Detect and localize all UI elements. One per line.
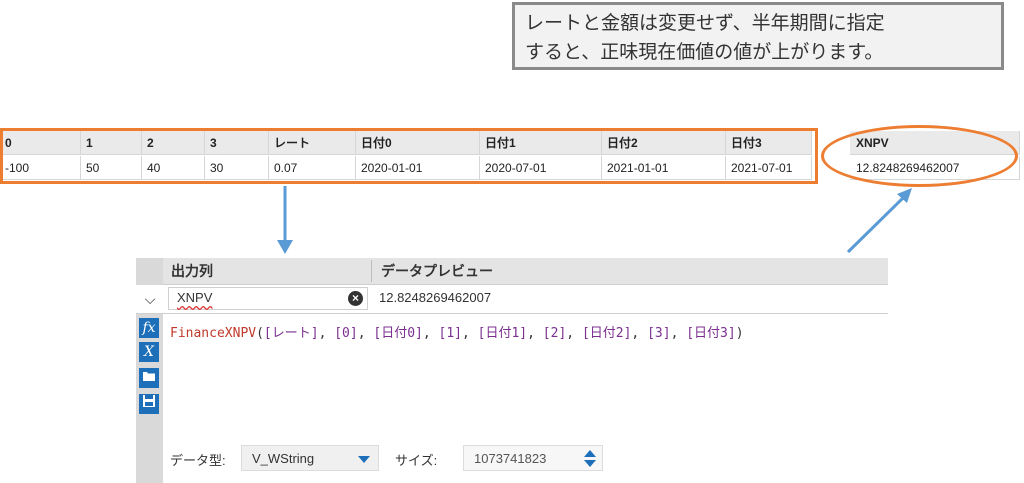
header-date3[interactable]: 日付3: [726, 131, 812, 155]
datatype-label: データ型:: [170, 453, 226, 468]
formula-arg-rate: [レート]: [263, 326, 319, 341]
header-date1[interactable]: 日付1: [480, 131, 602, 155]
cell-0[interactable]: -100: [0, 156, 81, 180]
formula-arg-date2: [日付2]: [581, 326, 632, 341]
formula-sep: ,: [670, 326, 687, 341]
clear-icon[interactable]: ×: [348, 291, 363, 306]
panel-header: 出力列 データプレビュー: [163, 258, 888, 285]
cell-1[interactable]: 50: [81, 156, 142, 180]
spin-up-icon[interactable]: [584, 450, 596, 457]
save-glyph: [143, 395, 155, 407]
size-label: サイズ:: [395, 453, 438, 468]
type-bar: データ型: V_WString サイズ: 1073741823: [163, 440, 888, 476]
variable-x-icon[interactable]: X: [139, 342, 159, 362]
save-icon[interactable]: [139, 394, 159, 414]
formula-sep: ,: [357, 326, 374, 341]
data-grid: 0 1 2 3 レート 日付0 日付1 日付2 日付3 XNPV -100 50…: [0, 131, 1024, 182]
formula-panel: 出力列 データプレビュー ⌵ XNPV × 12.8248269462007 f…: [136, 258, 888, 483]
header-date2[interactable]: 日付2: [602, 131, 726, 155]
formula-arg-0: [0]: [334, 326, 358, 341]
note-line-1: レートと金額は変更せず、半年期間に指定: [525, 12, 885, 34]
formula-arg-3: [3]: [647, 326, 671, 341]
datatype-value: V_WString: [252, 451, 315, 466]
formula-arg-2: [2]: [542, 326, 567, 341]
header-0[interactable]: 0: [0, 131, 81, 155]
up-right-arrow: [846, 188, 912, 254]
formula-arg-date0: [日付0]: [373, 326, 423, 341]
callout-note: レートと金額は変更せず、半年期間に指定 すると、正味現在価値の値が上がります。: [512, 2, 1004, 70]
formula-function: FinanceXNPV: [170, 326, 257, 341]
datatype-select[interactable]: V_WString: [241, 445, 379, 471]
dropdown-arrow-icon[interactable]: [358, 456, 370, 463]
header-1[interactable]: 1: [81, 131, 142, 155]
size-value: 1073741823: [474, 451, 547, 466]
preview-value: 12.8248269462007: [379, 290, 492, 305]
note-line-2: すると、正味現在価値の値が上がります。: [525, 41, 884, 63]
header-2[interactable]: 2: [142, 131, 205, 155]
formula-arg-date1: [日付1]: [477, 326, 528, 341]
cell-3[interactable]: 30: [205, 156, 269, 180]
cell-2[interactable]: 40: [142, 156, 205, 180]
cell-date1[interactable]: 2020-07-01: [480, 156, 602, 180]
output-column-header: 出力列: [171, 263, 213, 279]
header-3[interactable]: 3: [205, 131, 269, 155]
spin-down-icon[interactable]: [584, 460, 596, 467]
formula-sep: ,: [566, 326, 582, 341]
formula-expression[interactable]: FinanceXNPV([レート], [0], [日付0], [1], [日付1…: [170, 322, 744, 341]
formula-close: ): [735, 326, 744, 341]
header-rate[interactable]: レート: [269, 131, 356, 155]
folder-glyph: [143, 372, 155, 381]
fx-icon[interactable]: fx: [139, 318, 159, 338]
formula-sep: ,: [318, 326, 335, 341]
formula-sep: ,: [631, 326, 648, 341]
output-name-field[interactable]: XNPV ×: [168, 287, 368, 310]
header-xnpv[interactable]: XNPV: [850, 131, 1020, 155]
cell-rate[interactable]: 0.07: [269, 156, 356, 180]
formula-sep: ,: [527, 326, 543, 341]
formula-sep: ,: [422, 326, 439, 341]
size-stepper[interactable]: 1073741823: [463, 445, 603, 471]
header-divider: [371, 260, 372, 282]
formula-open: (: [256, 326, 264, 341]
formula-arg-date3: [日付3]: [686, 326, 736, 341]
open-folder-icon[interactable]: [139, 368, 159, 388]
down-arrow: [277, 186, 293, 254]
header-date0[interactable]: 日付0: [356, 131, 480, 155]
cell-date3[interactable]: 2021-07-01: [726, 156, 812, 180]
formula-sep: ,: [462, 326, 478, 341]
cell-date2[interactable]: 2021-01-01: [602, 156, 726, 180]
chevron-down-icon[interactable]: ⌵: [141, 290, 159, 308]
expression-row: ⌵ XNPV × 12.8248269462007: [136, 285, 888, 314]
cell-xnpv[interactable]: 12.8248269462007: [850, 156, 1020, 180]
formula-arg-1: [1]: [438, 326, 462, 341]
data-preview-header: データプレビュー: [381, 263, 493, 279]
cell-date0[interactable]: 2020-01-01: [356, 156, 480, 180]
output-name-text: XNPV: [177, 290, 213, 305]
